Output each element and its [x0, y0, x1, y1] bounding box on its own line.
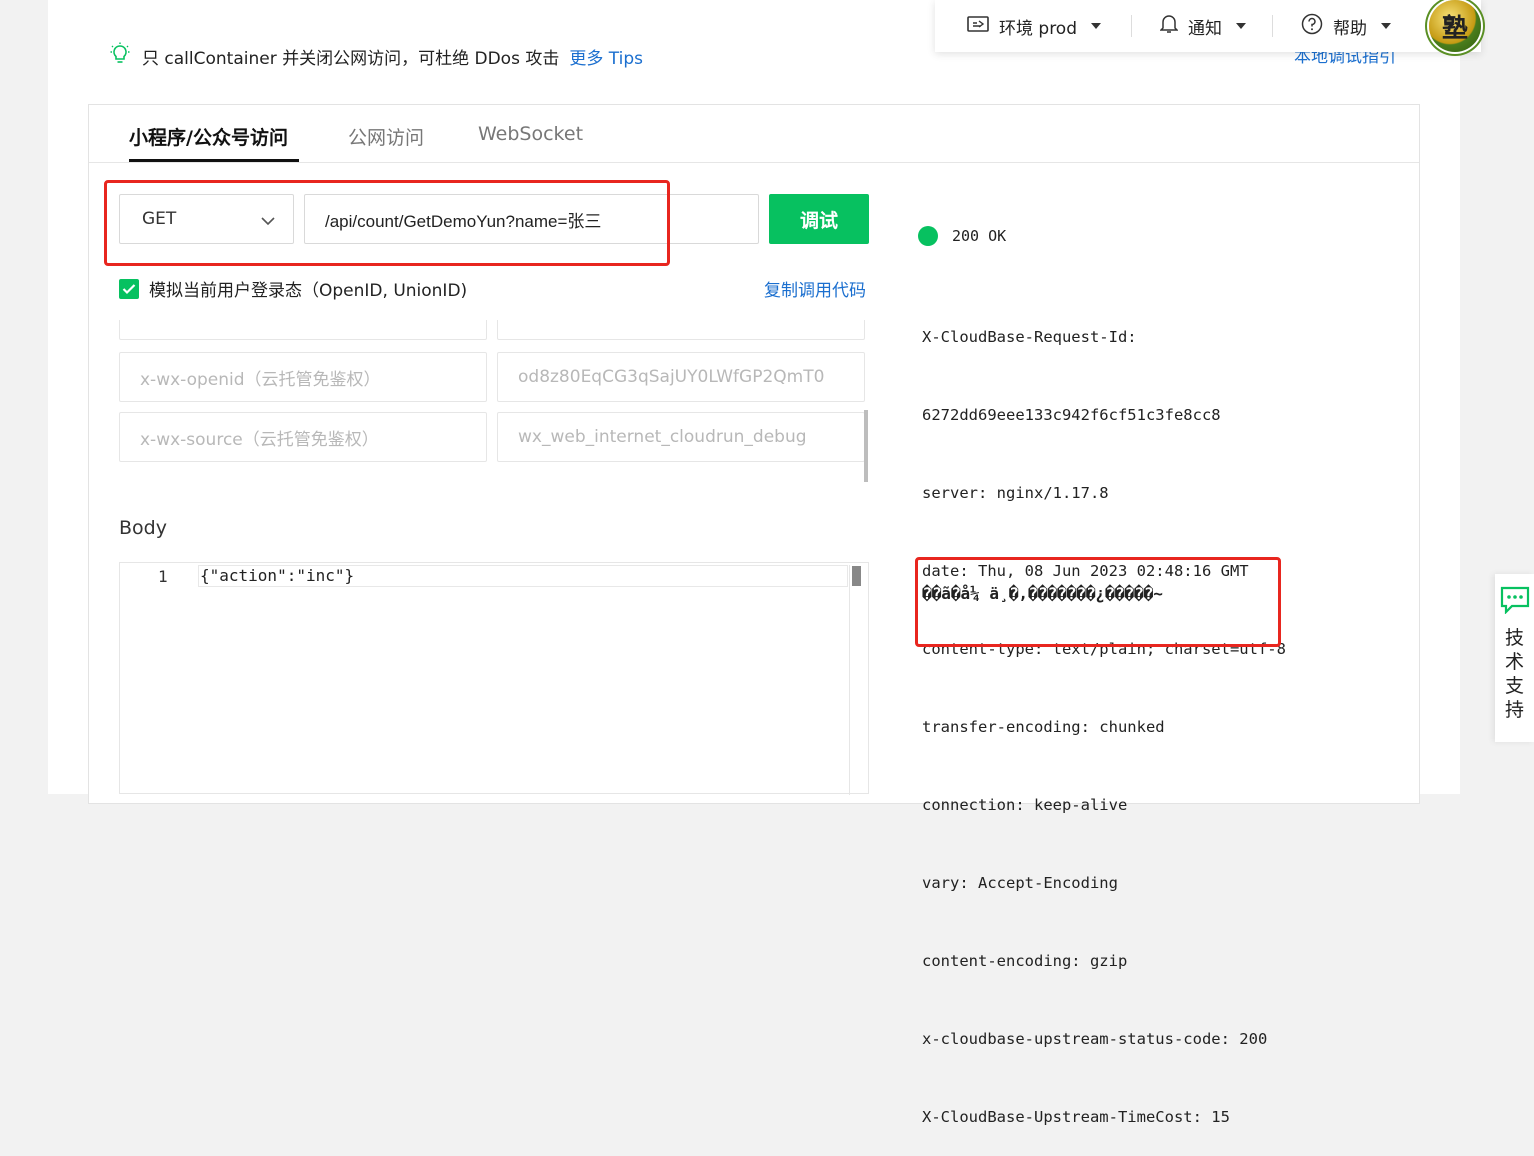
header-key-field[interactable] — [119, 320, 487, 340]
chevron-down-icon — [1091, 23, 1102, 29]
response-header-line: content-encoding: gzip — [922, 952, 1128, 970]
response-header-line: connection: keep-alive — [922, 796, 1128, 814]
chevron-down-icon — [1236, 23, 1247, 29]
lightbulb-icon — [110, 42, 130, 71]
divider — [1131, 15, 1133, 37]
header-value-field[interactable] — [497, 320, 865, 340]
tab-miniprogram-access[interactable]: 小程序/公众号访问 — [129, 123, 288, 150]
tech-support-label: 技术支持 — [1504, 627, 1524, 721]
body-editor[interactable]: 1 {"action":"inc"} — [119, 562, 869, 795]
active-tab-indicator — [129, 159, 299, 162]
response-highlight-box — [915, 557, 1281, 647]
debug-button[interactable]: 调试 — [769, 194, 869, 244]
env-switcher[interactable]: 环境 prod — [967, 0, 1102, 52]
chevron-down-icon — [1381, 23, 1392, 29]
editor-scrollbar-thumb[interactable] — [852, 566, 861, 586]
help-label: 帮助 — [1333, 18, 1368, 39]
top-bar: 环境 prod 通知 帮助 塾 — [935, 0, 1481, 52]
request-highlight-box — [104, 180, 670, 266]
help-menu[interactable]: 帮助 — [1301, 0, 1392, 52]
avatar[interactable]: 塾 — [1429, 0, 1481, 52]
body-code[interactable]: {"action":"inc"} — [200, 566, 354, 585]
simulate-login-checkbox[interactable] — [119, 278, 139, 299]
response-header-line: X-CloudBase-Request-Id: — [922, 328, 1137, 346]
response-header-line: X-CloudBase-Upstream-TimeCost: 15 — [922, 1108, 1230, 1126]
response-header-line: server: nginx/1.17.8 — [922, 484, 1109, 502]
response-header-line: vary: Accept-Encoding — [922, 874, 1118, 892]
response-status: 200 OK — [918, 226, 1006, 246]
notify-label: 通知 — [1188, 18, 1223, 39]
header-value-text: wx_web_internet_cloudrun_debug — [518, 427, 807, 447]
more-tips-link[interactable]: 更多 Tips — [569, 44, 643, 69]
response-header-line: 6272dd69eee133c942f6cf51c3fe8cc8 — [922, 406, 1221, 424]
avatar-text: 塾 — [1441, 13, 1468, 44]
divider — [1272, 15, 1274, 37]
header-key-text: x-wx-openid（云托管免鉴权） — [140, 369, 381, 390]
body-label: Body — [119, 517, 167, 539]
tab-public-access[interactable]: 公网访问 — [348, 123, 424, 150]
status-text: 200 OK — [952, 227, 1007, 245]
tech-support-float[interactable]: 技术支持 — [1495, 574, 1534, 742]
header-key-field[interactable]: x-wx-openid（云托管免鉴权） — [119, 352, 487, 402]
header-value-field[interactable]: wx_web_internet_cloudrun_debug — [497, 412, 865, 462]
header-key-field[interactable]: x-wx-source（云托管免鉴权） — [119, 412, 487, 462]
response-header-line: x-cloudbase-upstream-status-code: 200 — [922, 1030, 1268, 1048]
editor-divider — [849, 565, 850, 795]
notify-menu[interactable]: 通知 — [1159, 0, 1247, 52]
help-icon — [1301, 13, 1323, 40]
headers-scrollbar[interactable] — [864, 410, 868, 482]
response-headers: X-CloudBase-Request-Id: 6272dd69eee133c9… — [922, 272, 1286, 1156]
environment-icon — [967, 15, 989, 38]
simulate-login-option[interactable]: 模拟当前用户登录态（OpenID, UnionID) — [119, 276, 467, 301]
editor-gutter — [120, 563, 188, 793]
bell-icon — [1159, 14, 1179, 39]
env-label: 环境 prod — [999, 18, 1078, 39]
status-dot-icon — [918, 226, 938, 246]
tab-bar: 小程序/公众号访问 公网访问 WebSocket — [89, 105, 1419, 163]
copy-code-link[interactable]: 复制调用代码 — [764, 276, 866, 301]
simulate-login-label: 模拟当前用户登录态（OpenID, UnionID) — [149, 281, 468, 301]
header-key-text: x-wx-source（云托管免鉴权） — [140, 429, 379, 450]
tip-banner: 只 callContainer 并关闭公网访问，可杜绝 DDos 攻击 更多 T… — [110, 42, 643, 71]
line-number: 1 — [158, 567, 168, 586]
tip-text: 只 callContainer 并关闭公网访问，可杜绝 DDos 攻击 — [142, 49, 560, 69]
response-header-line: transfer-encoding: chunked — [922, 718, 1165, 736]
header-value-text: od8z80EqCG3qSajUY0LWfGP2QmT0 — [518, 367, 825, 387]
chat-icon — [1500, 586, 1530, 618]
headers-list[interactable]: x-wx-openid（云托管免鉴权） od8z80EqCG3qSajUY0LW… — [119, 320, 869, 482]
tab-websocket[interactable]: WebSocket — [478, 123, 583, 145]
header-value-field[interactable]: od8z80EqCG3qSajUY0LWfGP2QmT0 — [497, 352, 865, 402]
